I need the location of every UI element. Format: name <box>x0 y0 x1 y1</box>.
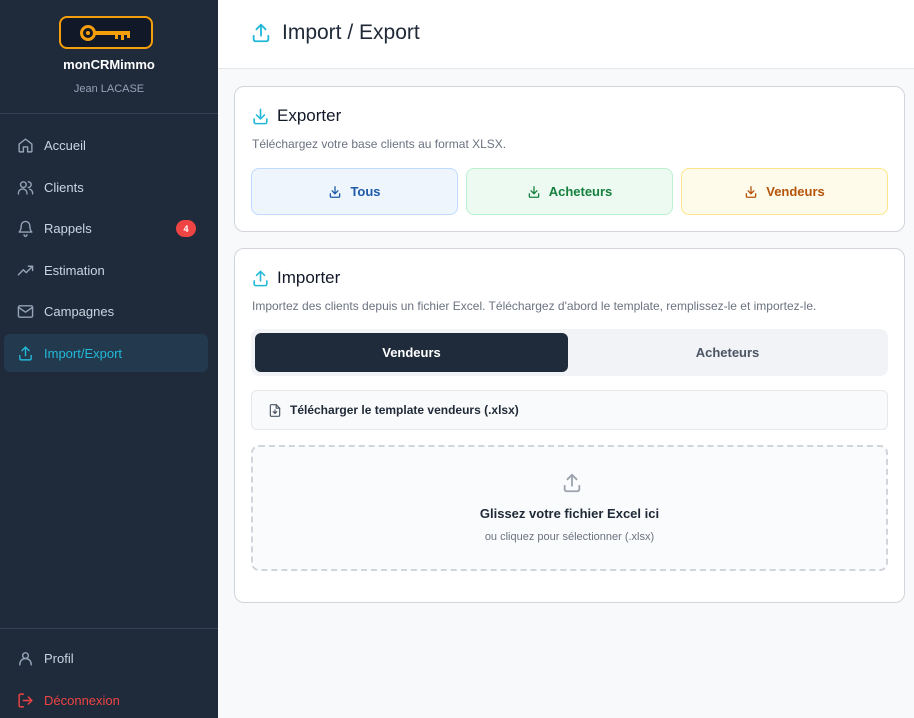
template-link-label: Télécharger le template vendeurs (.xlsx) <box>290 403 519 417</box>
sidebar-item-label: Déconnexion <box>44 692 120 708</box>
file-download-icon <box>269 403 281 417</box>
main-content: Import / Export Exporter Téléchargez vot… <box>218 0 914 718</box>
sidebar-item-import-export[interactable]: Import/Export <box>4 334 208 372</box>
download-icon <box>330 185 341 198</box>
upload-icon <box>16 344 34 362</box>
import-card: Importer Importez des clients depuis un … <box>234 248 905 603</box>
logout-icon <box>16 691 34 709</box>
brand-block: monCRMimmo Jean LACASE <box>0 0 218 114</box>
notification-badge: 4 <box>176 220 196 237</box>
user-name: Jean LACASE <box>73 83 145 95</box>
sidebar-item-accueil[interactable]: Accueil <box>4 126 208 164</box>
export-all-button[interactable]: Tous <box>251 168 458 215</box>
export-title: Exporter <box>277 106 342 125</box>
tab-vendeurs[interactable]: Vendeurs <box>255 333 568 372</box>
sidebar-item-label: Campagnes <box>44 303 115 319</box>
home-icon <box>16 136 34 154</box>
export-card: Exporter Téléchargez votre base clients … <box>234 86 905 232</box>
sidebar-item-rappels[interactable]: Rappels 4 <box>4 209 208 247</box>
app-name: monCRMimmo <box>63 57 155 72</box>
page-header: Import / Export <box>218 0 914 69</box>
export-description: Téléchargez votre base clients au format… <box>252 137 507 151</box>
page-title: Import / Export <box>282 21 420 44</box>
sidebar-item-label: Import/Export <box>44 345 123 361</box>
dropzone-subtitle: ou cliquez pour sélectionner (.xlsx) <box>484 531 655 543</box>
sidebar-item-clients[interactable]: Clients <box>4 168 208 206</box>
export-buyers-button[interactable]: Acheteurs <box>466 168 673 215</box>
import-title: Importer <box>277 268 341 287</box>
sidebar-item-campagnes[interactable]: Campagnes <box>4 292 208 330</box>
sidebar-item-label: Rappels <box>44 220 92 236</box>
file-dropzone[interactable]: Glissez votre fichier Excel ici ou cliqu… <box>251 445 888 571</box>
sidebar-item-estimation[interactable]: Estimation <box>4 251 208 289</box>
export-sellers-button[interactable]: Vendeurs <box>681 168 888 215</box>
download-icon <box>528 185 540 198</box>
dropzone-title: Glissez votre fichier Excel ici <box>479 506 660 521</box>
download-icon <box>251 107 270 131</box>
download-icon <box>745 185 757 198</box>
trending-up-icon <box>16 261 34 279</box>
tab-acheteurs[interactable]: Acheteurs <box>571 333 884 372</box>
sidebar-item-label: Clients <box>44 179 84 195</box>
export-sellers-label: Vendeurs <box>766 184 825 199</box>
users-icon <box>16 178 34 196</box>
key-logo-icon <box>59 16 153 49</box>
upload-icon <box>251 269 270 293</box>
user-icon <box>16 649 34 667</box>
export-all-label: Tous <box>350 184 381 199</box>
sidebar-divider <box>0 628 218 629</box>
sidebar-item-label: Accueil <box>44 137 86 153</box>
sidebar: monCRMimmo Jean LACASE Accueil Clients R… <box>0 0 218 718</box>
download-template-link[interactable]: Télécharger le template vendeurs (.xlsx) <box>251 390 888 430</box>
import-description: Importez des clients depuis un fichier E… <box>252 299 817 313</box>
sidebar-item-label: Profil <box>44 650 74 666</box>
bell-icon <box>16 219 34 237</box>
import-type-tabs: Vendeurs Acheteurs <box>251 329 888 376</box>
upload-icon <box>250 22 272 49</box>
sidebar-item-profil[interactable]: Profil <box>4 639 208 677</box>
upload-icon <box>561 472 583 499</box>
export-buyers-label: Acheteurs <box>548 184 613 199</box>
sidebar-item-deconnexion[interactable]: Déconnexion <box>4 681 208 718</box>
sidebar-item-label: Estimation <box>44 262 105 278</box>
mail-icon <box>16 302 34 320</box>
